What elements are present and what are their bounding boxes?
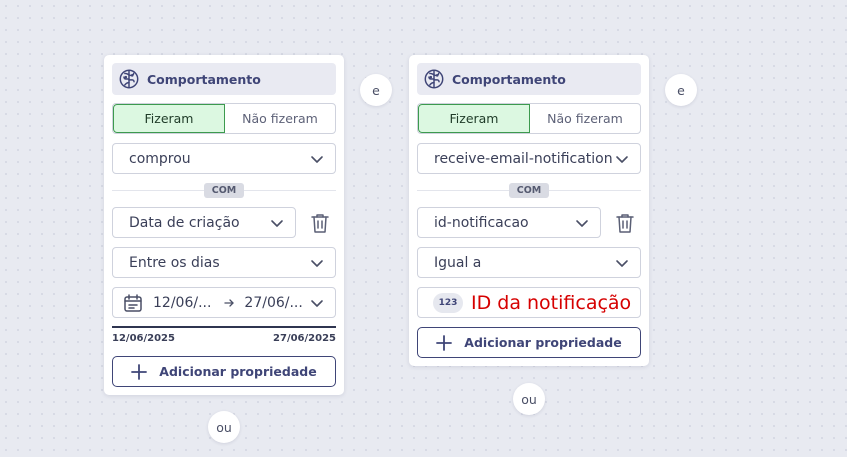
tab-did[interactable]: Fizeram: [418, 104, 530, 133]
card-header: Comportamento: [112, 63, 336, 95]
chevron-down-icon: [309, 255, 325, 271]
add-property-button[interactable]: Adicionar propriedade: [112, 356, 336, 387]
add-property-label: Adicionar propriedade: [159, 364, 317, 379]
plus-icon: [131, 363, 148, 380]
or-connector-2[interactable]: ou: [513, 383, 545, 415]
trash-icon[interactable]: [615, 212, 635, 234]
value-placeholder: ID da notificação: [471, 291, 632, 314]
behavior-card-1: Comportamento Fizeram Não fizeram compro…: [104, 55, 344, 395]
number-type-chip: 123: [433, 292, 463, 313]
operator-select-value: Igual a: [434, 254, 482, 271]
and-connector-2[interactable]: e: [665, 74, 697, 106]
tab-did[interactable]: Fizeram: [113, 104, 225, 133]
card-title: Comportamento: [452, 71, 566, 87]
behavior-card-2: Comportamento Fizeram Não fizeram receiv…: [409, 55, 649, 366]
property-select[interactable]: id-notificacao: [417, 207, 601, 238]
chevron-down-icon: [309, 295, 325, 311]
brain-icon: [423, 68, 445, 90]
arrow-right-icon: [223, 297, 235, 309]
chevron-down-icon: [614, 151, 630, 167]
property-select-value: id-notificacao: [434, 214, 529, 231]
date-range-slider[interactable]: [112, 326, 336, 328]
operator-select-value: Entre os dias: [129, 254, 220, 271]
calendar-icon: [123, 293, 143, 313]
with-badge: COM: [204, 183, 244, 198]
range-start-label: 12/06/2025: [112, 333, 175, 344]
tab-did-not[interactable]: Não fizeram: [530, 104, 640, 133]
event-select[interactable]: comprou: [112, 143, 336, 174]
range-end-label: 27/06/2025: [273, 333, 336, 344]
add-property-label: Adicionar propriedade: [464, 335, 622, 350]
event-select[interactable]: receive-email-notification: [417, 143, 641, 174]
card-header: Comportamento: [417, 63, 641, 95]
operator-select[interactable]: Igual a: [417, 247, 641, 278]
event-select-value: receive-email-notification: [434, 150, 613, 167]
operator-select[interactable]: Entre os dias: [112, 247, 336, 278]
date-end[interactable]: 27/06/...: [244, 295, 309, 311]
with-badge: COM: [509, 183, 549, 198]
card-title: Comportamento: [147, 71, 261, 87]
trash-icon[interactable]: [310, 212, 330, 234]
date-range-picker[interactable]: 12/06/... 27/06/...: [112, 287, 336, 318]
date-start[interactable]: 12/06/...: [153, 295, 211, 311]
chevron-down-icon: [574, 215, 590, 231]
chevron-down-icon: [269, 215, 285, 231]
event-select-value: comprou: [129, 150, 191, 167]
did-toggle: Fizeram Não fizeram: [417, 103, 641, 134]
chevron-down-icon: [614, 255, 630, 271]
property-select[interactable]: Data de criação: [112, 207, 296, 238]
and-connector-1[interactable]: e: [360, 74, 392, 106]
add-property-button[interactable]: Adicionar propriedade: [417, 327, 641, 358]
tab-did-not[interactable]: Não fizeram: [225, 104, 335, 133]
chevron-down-icon: [309, 151, 325, 167]
brain-icon: [118, 68, 140, 90]
did-toggle: Fizeram Não fizeram: [112, 103, 336, 134]
plus-icon: [436, 334, 453, 351]
or-connector-1[interactable]: ou: [208, 411, 240, 443]
property-select-value: Data de criação: [129, 214, 240, 231]
value-input[interactable]: 123 ID da notificação: [417, 287, 641, 318]
